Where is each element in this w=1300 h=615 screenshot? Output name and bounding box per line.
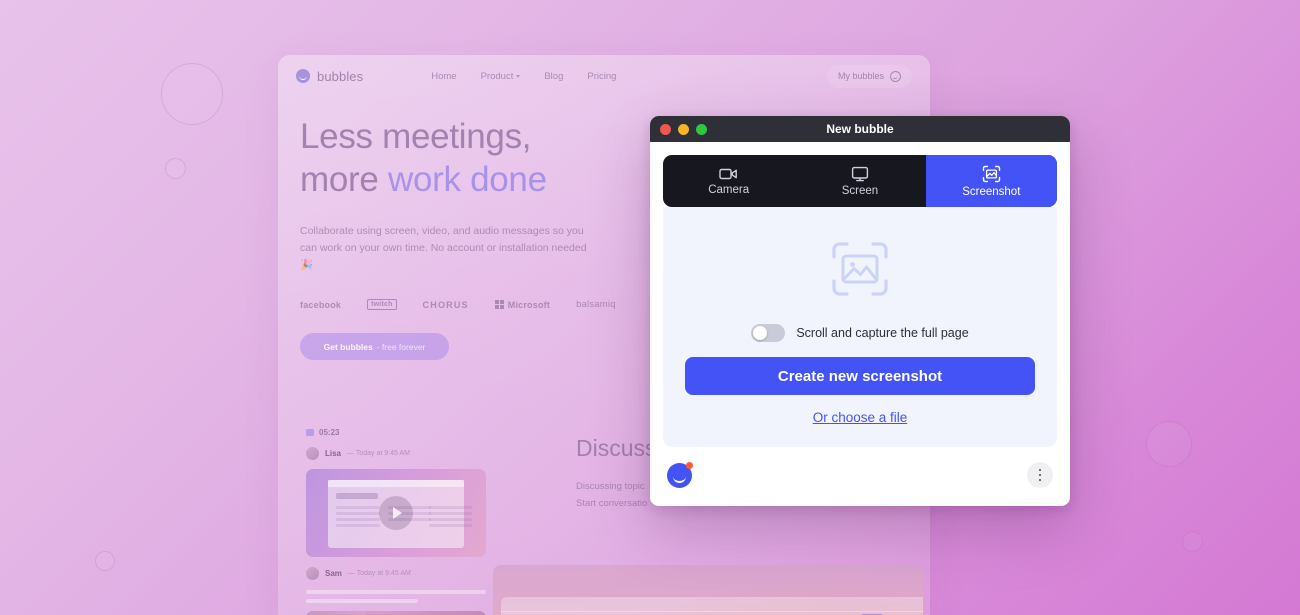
logo-balsamiq: balsamiq [576,299,616,310]
nav-link-pricing[interactable]: Pricing [587,71,616,82]
decorative-circle [1182,531,1203,552]
chat-message-header: Lisa — Today at 9:45 AM [306,447,486,460]
avatar [306,447,319,460]
capture-mode-tabs: Camera Screen Screenshot [663,155,1057,207]
decorative-circle [161,63,223,125]
tab-camera[interactable]: Camera [663,155,794,207]
discuss-line-1: Discussing topic [576,481,645,492]
decorative-circle [165,158,186,179]
my-bubbles-button[interactable]: My bubbles [826,64,912,88]
headline-line-1: Less meetings, [300,117,532,156]
nav-link-blog[interactable]: Blog [544,71,563,82]
modal-footer [650,447,1070,503]
video-message-thumbnail[interactable] [306,611,486,615]
nav-link-label: Home [431,70,457,82]
new-bubble-window: New bubble Camera Screen Screenshot Scro… [650,116,1070,506]
full-page-toggle-row: Scroll and capture the full page [751,324,969,342]
screenshot-panel: Scroll and capture the full page Create … [663,207,1057,447]
image-placeholder-icon [831,241,889,302]
chat-preview-card: 05:23 Lisa — Today at 9:45 AM Sam — Toda… [306,428,486,615]
modal-body: Camera Screen Screenshot Scroll and capt… [650,142,1070,447]
recording-timer: 05:23 [306,428,486,437]
notification-dot [686,461,693,469]
tab-screen[interactable]: Screen [794,155,925,207]
chat-timestamp: — Today at 9:45 AM [347,570,411,577]
scroll-capture-label: Scroll and capture the full page [796,326,969,340]
logo-facebook: facebook [300,299,342,310]
tab-screen-label: Screen [841,184,879,197]
logo-microsoft-label: Microsoft [507,299,551,310]
headline-line-2-accent: work done [387,160,547,199]
logo-microsoft: Microsoft [494,299,551,310]
decorative-circle [95,551,115,571]
video-camera-icon [719,167,738,181]
message-text-placeholder [306,590,486,603]
browser-tabbar [501,597,923,612]
nav-links: Home Product Blog Pricing [431,71,616,82]
chat-timestamp: — Today at 9:45 AM [347,450,410,457]
nav-link-label: Product [480,70,514,82]
choose-a-file-link[interactable]: Or choose a file [813,410,908,425]
nav-link-home[interactable]: Home [431,71,456,82]
hero-subtext: Collaborate using screen, video, and aud… [300,225,587,271]
avatar[interactable] [667,461,693,488]
nav-link-product[interactable]: Product [481,71,521,82]
brand-name: bubbles [317,68,364,84]
create-new-screenshot-button[interactable]: Create new screenshot [685,357,1035,395]
chat-author: Sam [325,569,342,578]
chat-author: Lisa [325,449,342,458]
play-button[interactable] [379,496,413,530]
decorative-shape [306,611,366,615]
discuss-line-2: Start conversatio [576,498,648,509]
screen-record-icon [306,429,314,436]
get-bubbles-label: Get bubbles [323,341,373,352]
bubbles-logo-icon [296,69,310,83]
logo-twitch: twitch [367,299,397,310]
tab-screenshot-label: Screenshot [962,185,1021,198]
recording-timer-label: 05:23 [319,428,340,437]
headline-line-2-plain: more [300,160,388,199]
toggle-knob [753,326,768,340]
brand-logo[interactable]: bubbles [296,69,363,84]
smiley-bubble-icon [890,70,901,82]
my-bubbles-label: My bubbles [837,71,884,81]
avatar [306,567,319,580]
browser-chrome [501,597,923,615]
microsoft-grid-icon [494,300,504,309]
maximize-icon[interactable] [696,123,707,135]
kebab-menu-icon[interactable] [1027,462,1053,488]
logo-chorus: CHORUS [422,299,469,310]
chat-message-header: Sam — Today at 9:45 AM [306,567,486,580]
nav-link-label: Pricing [587,70,617,82]
chevron-down-icon [516,74,521,78]
get-bubbles-button[interactable]: Get bubbles - free forever [300,333,449,360]
window-titlebar[interactable]: New bubble [650,116,1070,142]
window-controls [660,123,707,135]
browser-mockup-preview [493,565,923,615]
monitor-icon [851,166,869,182]
page-background: bubbles Home Product Blog Pricing My bub… [0,0,1300,615]
nav-link-label: Blog [544,70,564,82]
minimize-icon[interactable] [678,123,689,135]
video-thumbnail[interactable] [306,469,486,557]
get-bubbles-subtext: - free forever [376,341,426,352]
site-navbar: bubbles Home Product Blog Pricing My bub… [278,55,930,97]
window-title: New bubble [826,122,894,136]
scroll-capture-toggle[interactable] [751,324,786,342]
tab-screenshot[interactable]: Screenshot [925,155,1057,207]
tab-camera-label: Camera [708,183,750,196]
decorative-circle [1146,421,1192,467]
close-icon[interactable] [660,123,671,135]
screenshot-frame-icon [982,165,1001,183]
